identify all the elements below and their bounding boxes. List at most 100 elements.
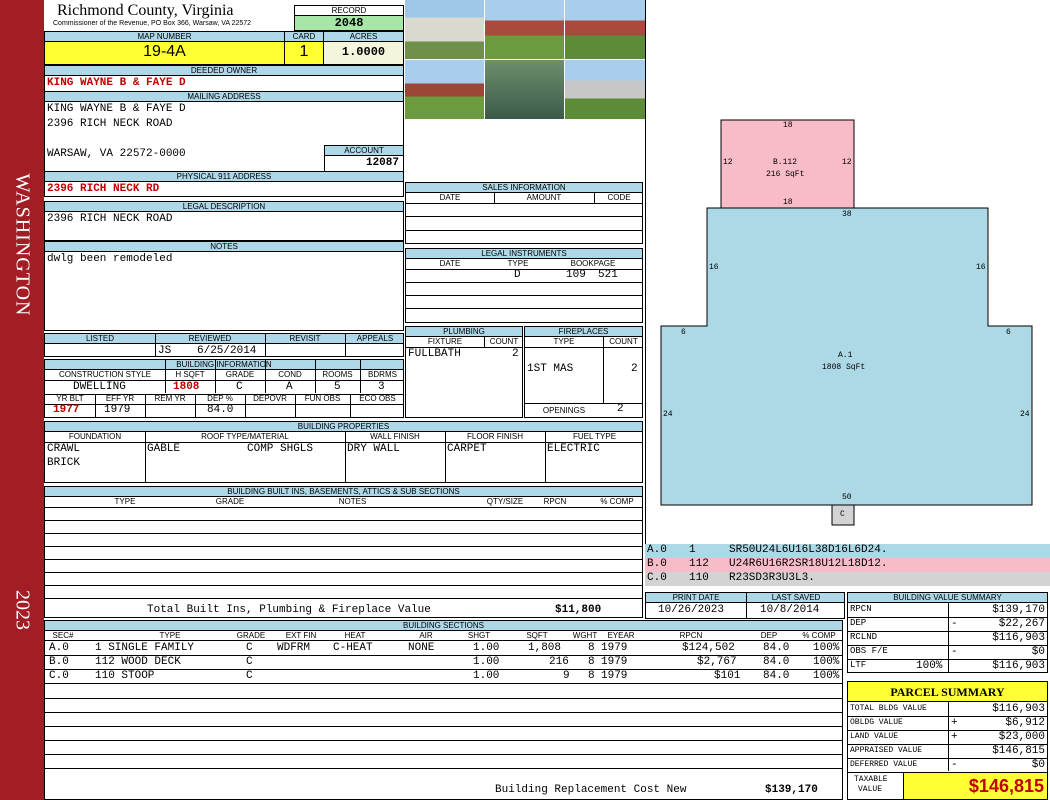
instruments-box: LEGAL INSTRUMENTS DATE TYPE BOOKPAGE D 1… [405,248,643,323]
review-date: 6/25/2014 [197,345,257,357]
dep-value: 84.0 [207,404,234,416]
print-date-label: PRINT DATE [672,593,720,602]
record-value: 2048 [295,16,403,30]
bvs-label: BUILDING VALUE SUMMARY [848,593,1047,603]
code-row-b: B.0 112 U24R6U16R2SR18U12L18D12. [645,558,1050,572]
notes-box: NOTES dwlg been remodeled [44,241,404,331]
stoop-label: C [840,510,845,519]
card-box: CARD 1 [284,31,324,65]
bi-comp-h: % COMP [600,497,634,506]
sqft-value: 1808 [173,381,200,393]
house-photo-2 [485,0,564,59]
h-remyr: REM YR [154,394,186,403]
h-ecoobs: ECO OBS [359,394,396,403]
sales-code-h: CODE [607,193,631,202]
h-effyr: EFF YR [105,394,135,403]
obldg-value: $6,912 [1005,717,1045,729]
effyr-value: 1979 [104,404,131,416]
h-foundation: FOUNDATION [68,432,122,441]
mailing-line3: WARSAW, VA 22572-0000 [47,148,186,160]
sales-box: SALES INFORMATION DATE AMOUNT CODE [405,182,643,244]
plumb-fixture: FULLBATH [408,348,461,360]
cond-value: A [286,381,293,393]
fuel-value: ELECTRIC [547,443,600,455]
h-rooms: ROOMS [322,370,353,379]
acres-label: ACRES [324,32,403,42]
bvs-box: BUILDING VALUE SUMMARY RPCN $139,170 DEP… [847,592,1048,673]
revisit-label: REVISIT [289,334,321,343]
sales-label: SALES INFORMATION [406,183,642,193]
county-subtitle: Commissioner of the Revenue, PO Box 366,… [53,20,252,27]
house-label: A.1 [838,351,853,360]
map-number-value: 19-4A [143,43,186,60]
house-area-text: 1808 SqFt [822,363,866,372]
bvs-rclnd: $116,903 [992,632,1045,644]
appeals-label: APPEALS [356,334,394,343]
dim-12-left: 12 [723,158,733,167]
builtins-total-label: Total Built Ins, Plumbing & Fireplace Va… [147,604,431,616]
h-funobs: FUN OBS [304,394,341,403]
section-row-a: A.0 1 SINGLE FAMILY C WDFRM C-HEAT NONE … [45,642,842,656]
record-label: RECORD [295,6,403,16]
sketch-box: B.112 216 SqFt A.1 1808 SqFt C 18 12 12 … [645,0,1050,545]
reviewer: JS [158,345,172,357]
code-row-c: C.0 110 R23SD3R3U3L3. [645,572,1050,586]
parcel-label: PARCEL SUMMARY [848,682,1047,702]
physical-value: 2396 RICH NECK RD [47,183,160,195]
sales-date-h: DATE [439,193,461,202]
dim-24-left: 24 [663,410,673,419]
house-photo-4 [405,60,484,119]
properties-box: BUILDING PROPERTIES FOUNDATION ROOF TYPE… [44,421,643,483]
foundation-2: BRICK [47,457,81,469]
map-number-label: MAP NUMBER [45,32,284,42]
fireplaces-label: FIREPLACES [525,327,642,337]
builtins-total: $11,800 [555,604,602,616]
bi-notes-h: NOTES [338,497,367,506]
roof-type: GABLE [147,443,181,455]
listed-label: LISTED [85,334,114,343]
fireplaces-box: FIREPLACES TYPE COUNT 1ST MAS 2 OPENINGS… [524,326,643,418]
bi-grade-h: GRADE [215,497,245,506]
dim-6-left: 6 [681,328,686,337]
dim-16-left: 16 [709,263,719,272]
acres-value: 1.0000 [341,45,386,59]
fire-type-h: TYPE [553,337,575,346]
dim-16-right: 16 [976,263,986,272]
instr-date-h: DATE [439,259,461,268]
print-date: 10/26/2023 [658,604,725,616]
foundation-1: CRAWL [47,443,81,455]
side-band [0,0,44,800]
wall-value: DRY WALL [347,443,400,455]
land-value: $23,000 [998,731,1045,743]
total-bldg-value: $116,903 [992,703,1045,715]
taxable-value: $146,815 [903,773,1047,799]
building-info-box: BUILDING INFORMATION CONSTRUCTION STYLE … [44,359,404,418]
notes-label: NOTES [45,242,403,252]
account-value: 12087 [365,157,399,169]
sections-box: BUILDING SECTIONS SEC# TYPE GRADE EXT FI… [44,620,843,800]
rooms-value: 5 [334,381,341,393]
instr-bookpage-h: BOOKPAGE [570,259,616,268]
h-floor: FLOOR FINISH [466,432,523,441]
builtins-label: BUILDING BUILT INS, BASEMENTS, ATTICS & … [45,487,642,497]
instr-type: D [514,269,521,281]
plumb-count-h: COUNT [489,337,519,346]
deck-label: B.112 [773,158,798,167]
account-label: ACCOUNT [325,146,403,156]
side-district: WASHINGTON [11,173,34,317]
photo-grid [405,0,645,120]
bi-rpcn-h: RPCN [543,497,567,506]
review-box: LISTED REVIEWED REVISIT APPEALS JS 6/25/… [44,333,404,357]
grade-value: C [236,381,243,393]
owner-value: KING WAYNE B & FAYE D [47,77,186,89]
instr-page: 521 [598,269,618,281]
owner-box: DEEDED OWNER KING WAYNE B & FAYE D [44,65,404,92]
deferred-value: $0 [1031,759,1045,771]
roof-material: COMP SHGLS [247,443,314,455]
mailing-line1: KING WAYNE B & FAYE D [47,103,186,115]
replacement-value: $139,170 [765,784,818,796]
physical-label: PHYSICAL 911 ADDRESS [45,172,403,182]
h-depovr: DEPOVR [253,394,287,403]
appraised-value: $146,815 [992,745,1045,757]
h-wall: WALL FINISH [370,432,420,441]
